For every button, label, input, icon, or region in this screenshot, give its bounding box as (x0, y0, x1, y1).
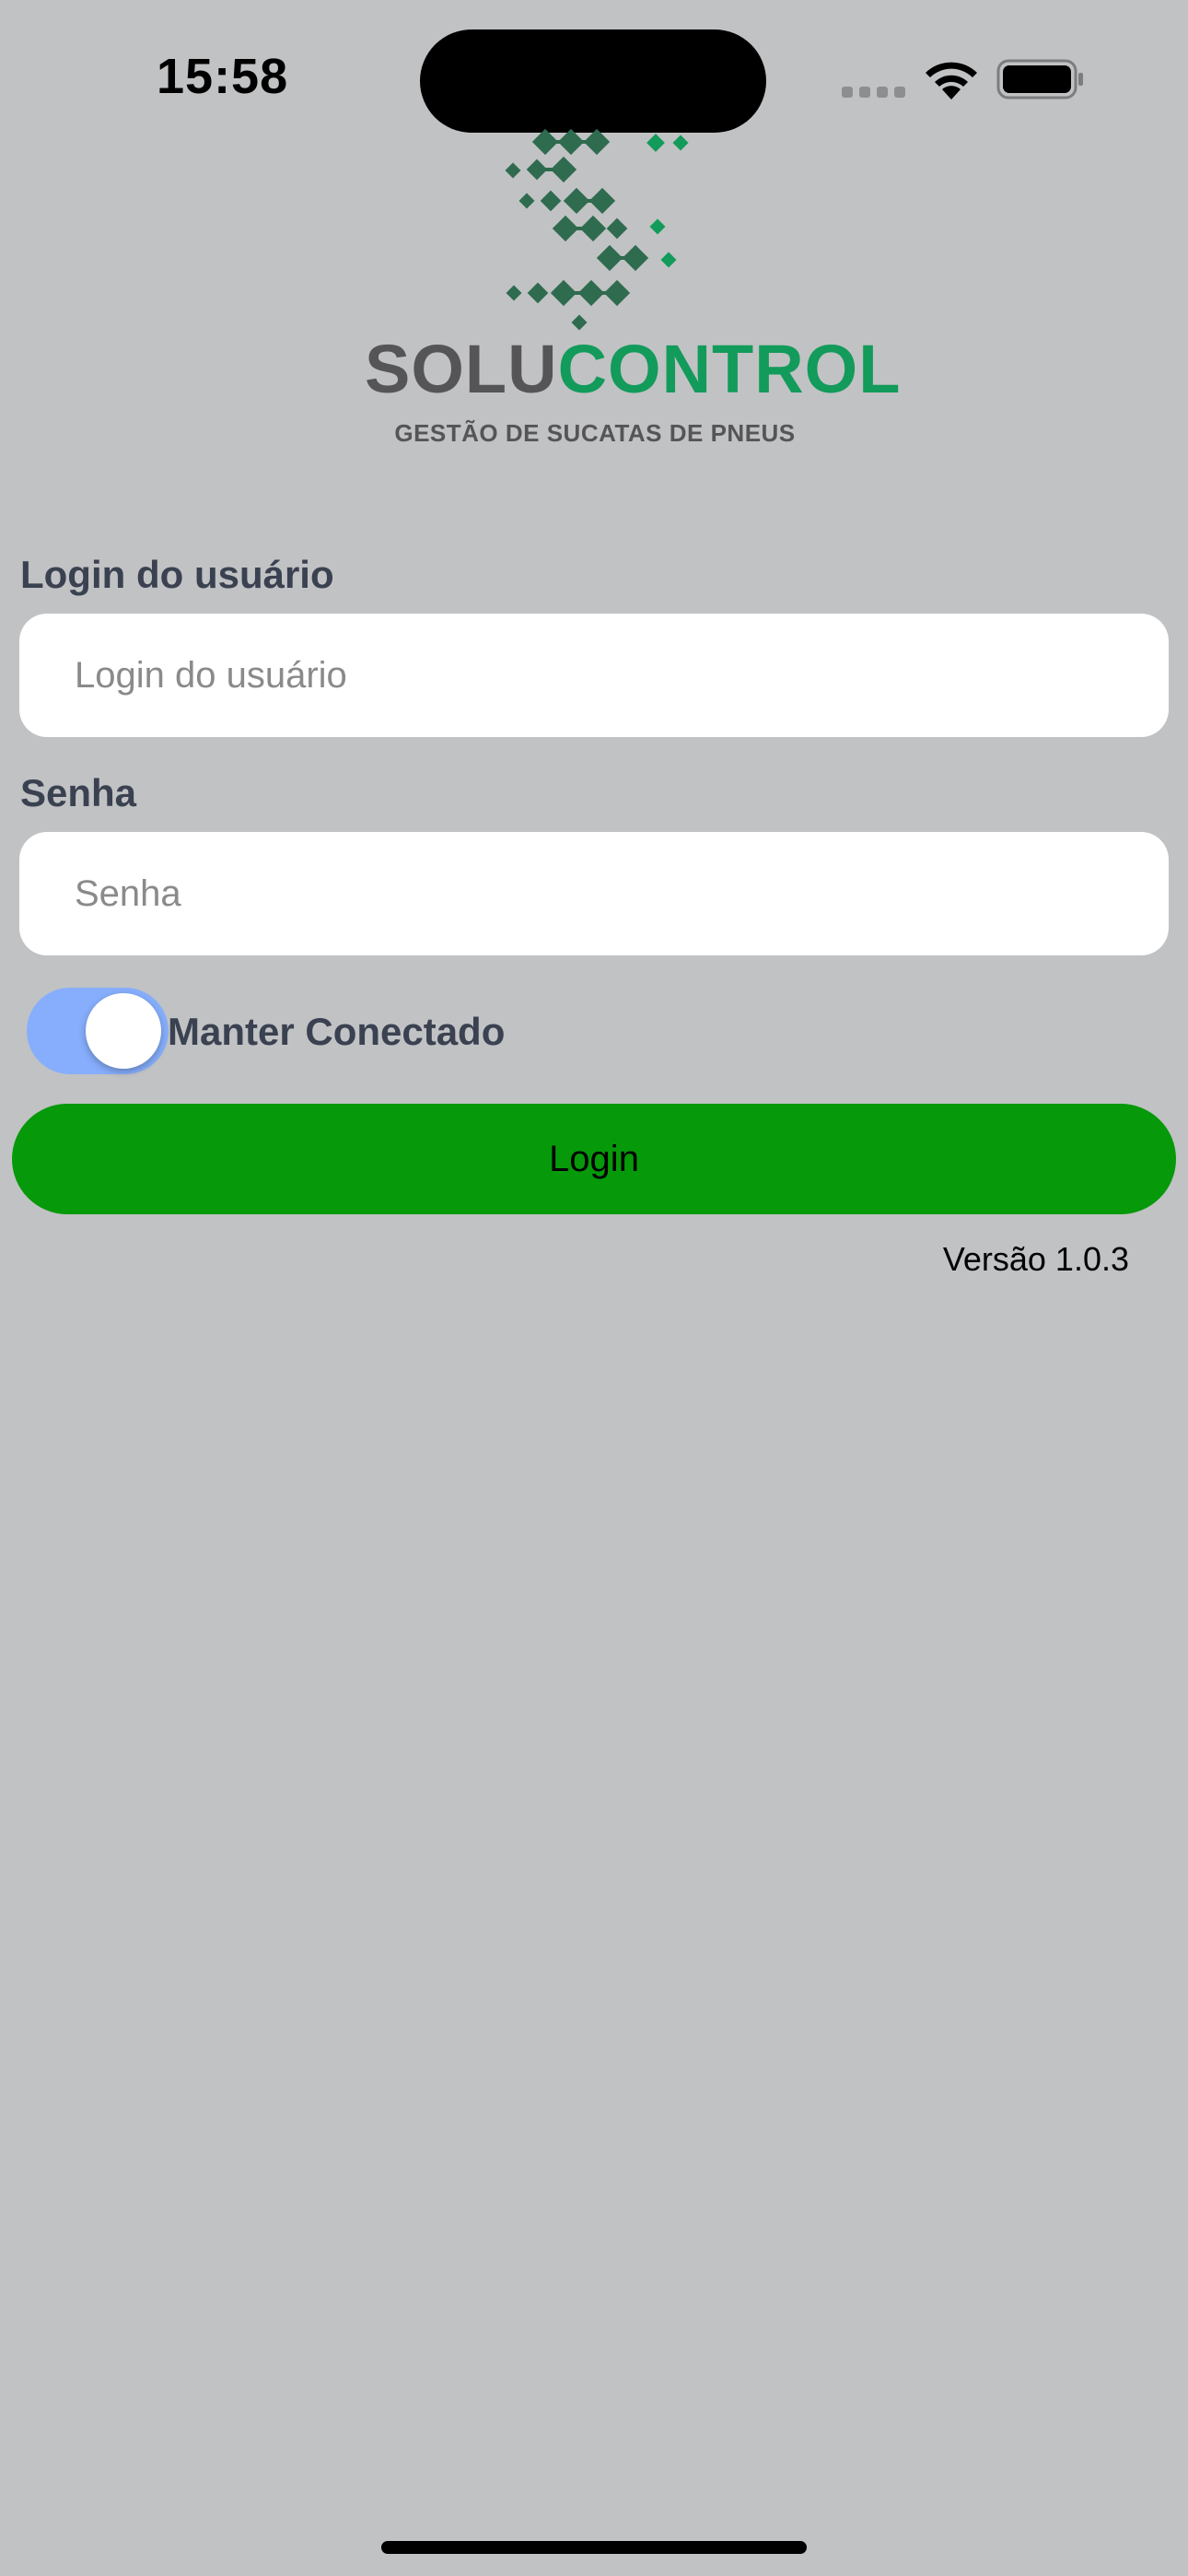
password-input[interactable] (19, 832, 1169, 955)
logo-mark-icon (505, 129, 689, 331)
keep-connected-label: Manter Conectado (168, 1010, 506, 1053)
brand-name-part2: CONTROL (557, 331, 902, 407)
brand-tagline: GESTÃO DE SUCATAS DE PNEUS (394, 419, 796, 447)
toggle-knob (86, 993, 161, 1069)
brand-name-part1: SOLU (365, 331, 558, 407)
battery-icon (996, 59, 1083, 100)
cellular-signal-icon (842, 87, 906, 98)
wifi-icon (926, 62, 977, 100)
home-indicator[interactable] (381, 2541, 807, 2554)
status-time: 15:58 (157, 49, 289, 104)
password-label: Senha (20, 771, 137, 814)
brand-name: SOLUCONTROL (365, 335, 900, 404)
keep-connected-toggle[interactable] (27, 988, 169, 1074)
username-label: Login do usuário (20, 553, 334, 596)
version-label: Versão 1.0.3 (942, 1240, 1129, 1278)
login-button[interactable]: Login (12, 1104, 1176, 1214)
dynamic-island (420, 29, 766, 133)
username-input[interactable] (19, 614, 1169, 737)
